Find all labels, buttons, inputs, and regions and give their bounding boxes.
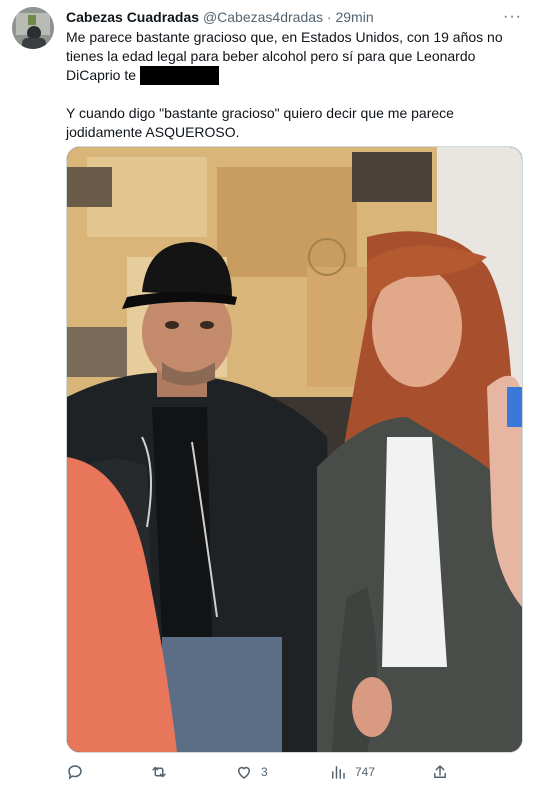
views-button[interactable]: 747 <box>329 762 375 782</box>
reply-button[interactable] <box>66 762 92 782</box>
tweet-header: Cabezas Cuadradas @Cabezas4dradas · 29mi… <box>66 7 524 27</box>
share-button[interactable] <box>431 762 457 782</box>
retweet-icon <box>152 766 166 778</box>
retweet-button[interactable] <box>150 762 176 782</box>
heart-icon <box>238 766 250 779</box>
timestamp[interactable]: 29min <box>335 9 373 25</box>
photo-illustration <box>67 147 522 752</box>
like-count: 3 <box>261 765 268 779</box>
author-name[interactable]: Cabezas Cuadradas <box>66 9 199 25</box>
avatar[interactable] <box>12 7 54 49</box>
like-button[interactable]: 3 <box>235 762 268 782</box>
tweet-paragraph-2: Y cuando digo "bastante gracioso" quiero… <box>66 105 454 140</box>
tweet-text: Me parece bastante gracioso que, en Esta… <box>66 28 516 142</box>
action-bar: 3 747 <box>66 762 466 782</box>
views-icon <box>332 766 345 779</box>
more-options-icon[interactable]: ··· <box>503 8 522 26</box>
views-count: 747 <box>355 765 376 779</box>
separator: · <box>326 9 332 25</box>
tweet[interactable]: Cabezas Cuadradas @Cabezas4dradas · 29mi… <box>0 0 536 788</box>
share-icon <box>434 765 446 778</box>
reply-icon <box>68 765 82 780</box>
author-handle[interactable]: @Cabezas4dradas <box>203 9 323 25</box>
tweet-text-line-1: Me parece bastante gracioso que, en Esta… <box>66 29 503 83</box>
tweet-paragraph-1: Me parece bastante gracioso que, en Esta… <box>66 28 516 85</box>
avatar-image <box>12 7 54 49</box>
redaction-box <box>139 66 219 85</box>
tweet-photo[interactable] <box>66 146 523 753</box>
